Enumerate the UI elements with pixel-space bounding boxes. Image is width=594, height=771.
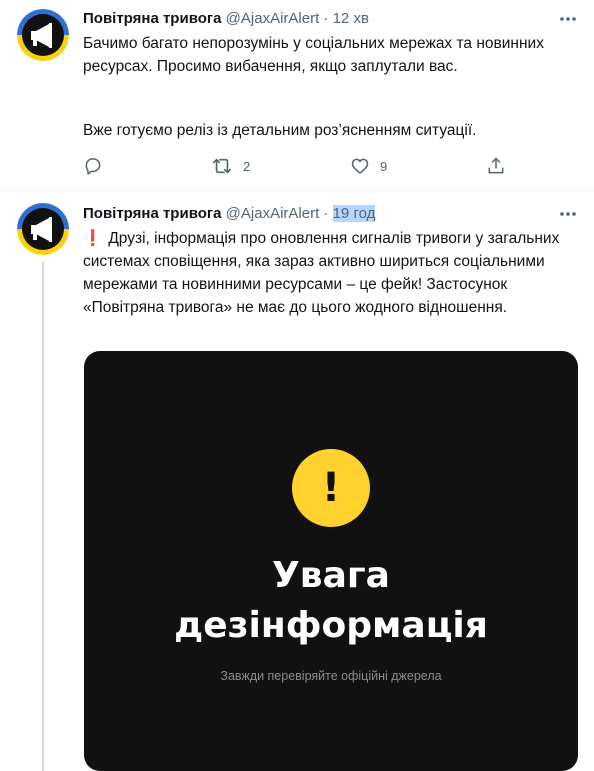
card-subtitle: Завжди перевіряйте офіційні джерела: [220, 669, 442, 683]
tweet-text: Бачимо багато непорозумінь у соціальних …: [83, 35, 544, 75]
tweet-timestamp[interactable]: 19 год: [332, 205, 376, 222]
avatar[interactable]: [17, 203, 69, 255]
like-button[interactable]: 9: [350, 155, 387, 177]
tweet-body: Друзі, інформація про оновлення сигналів…: [83, 230, 560, 316]
separator-dot: ·: [323, 10, 329, 27]
tweet-header: Повітряна тривога @AjaxAirAlert · 12 хв: [83, 9, 553, 29]
warning-icon: !: [292, 449, 370, 527]
retweet-button[interactable]: 2: [211, 155, 250, 177]
card-title-line: дезінформація: [174, 605, 488, 646]
like-count: 9: [380, 158, 388, 174]
tweet[interactable]: Повітряна тривога @AjaxAirAlert · 12 хв …: [0, 0, 594, 190]
media-card[interactable]: ! Увага дезінформація Завжди перевіряйте…: [84, 351, 578, 771]
megaphone-icon: [17, 9, 69, 61]
heart-icon: [351, 158, 369, 174]
card-title: Увага дезінформація: [84, 551, 578, 651]
author-handle[interactable]: @AjaxAirAlert: [226, 205, 320, 222]
avatar[interactable]: [17, 9, 69, 61]
retweet-icon: [212, 158, 232, 174]
author-name[interactable]: Повітряна тривога: [83, 205, 221, 222]
tweet-header: Повітряна тривога @AjaxAirAlert · 19 год: [83, 204, 553, 224]
reply-button[interactable]: [83, 155, 113, 177]
card-title-line: Увага: [272, 555, 390, 596]
retweet-count: 2: [243, 158, 251, 174]
author-name[interactable]: Повітряна тривога: [83, 10, 221, 27]
tweet-text: Вже готуємо реліз із детальним роз’яснен…: [83, 122, 477, 139]
reply-icon: [85, 158, 101, 175]
more-icon[interactable]: [558, 204, 578, 224]
exclamation-emoji: ❗: [83, 230, 103, 247]
share-icon: [488, 157, 504, 174]
author-handle[interactable]: @AjaxAirAlert: [226, 10, 320, 27]
tweet[interactable]: Повітряна тривога @AjaxAirAlert · 19 год…: [0, 191, 594, 771]
tweet-text: ❗ Друзі, інформація про оновлення сигналі…: [83, 227, 573, 319]
tweet-actions: 2 9: [83, 155, 523, 177]
share-button[interactable]: [486, 155, 506, 177]
megaphone-icon: [17, 203, 69, 255]
thread-line: [42, 261, 44, 771]
more-icon[interactable]: [558, 9, 578, 29]
tweet-timestamp[interactable]: 12 хв: [333, 10, 369, 27]
separator-dot: ·: [323, 205, 329, 222]
